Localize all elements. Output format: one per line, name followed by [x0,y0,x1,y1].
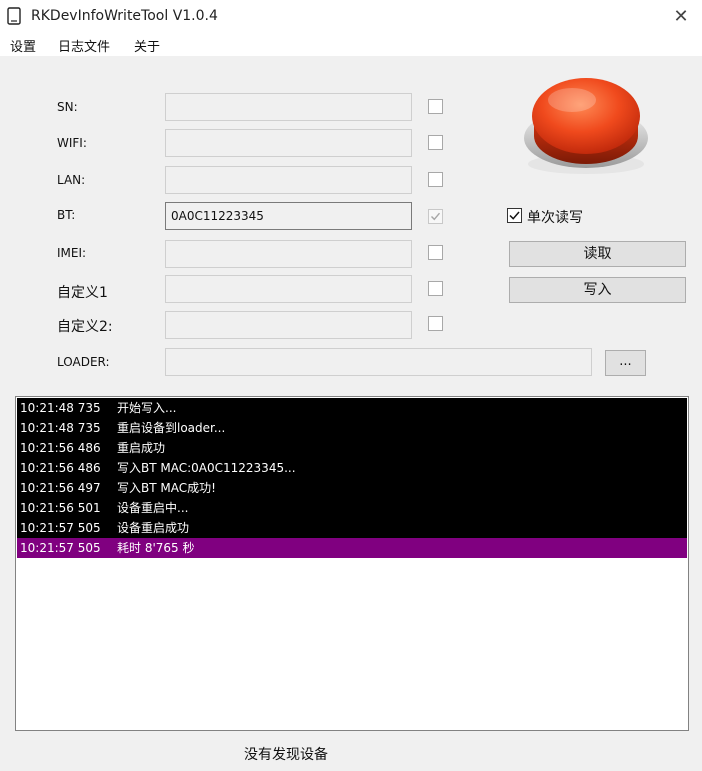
custom1-label: 自定义1 [57,285,108,301]
log-row[interactable]: 10:21:48 735 重启设备到loader... [17,418,687,438]
log-time: 10:21:48 735 [20,421,101,435]
log-row[interactable]: 10:21:56 486 重启成功 [17,438,687,458]
wifi-label: WIFI: [57,136,87,150]
title-bar: RKDevInfoWriteTool V1.0.4 ✕ [0,0,702,33]
wifi-input[interactable] [165,129,412,157]
phone-icon [7,7,21,25]
log-row[interactable]: 10:21:57 505 耗时 8'765 秒 [17,538,687,558]
menu-bar: 设置 日志文件 关于 [0,33,702,56]
custom2-input[interactable] [165,311,412,339]
log-message: 设备重启成功 [117,521,190,535]
log-time: 10:21:56 501 [20,501,101,515]
custom2-label: 自定义2: [57,319,113,335]
log-row[interactable]: 10:21:56 497 写入BT MAC成功! [17,478,687,498]
log-row[interactable]: 10:21:57 505 设备重启成功 [17,518,687,538]
log-message: 耗时 8'765 秒 [117,541,195,555]
custom2-checkbox[interactable] [428,316,443,331]
imei-checkbox[interactable] [428,245,443,260]
menu-settings[interactable]: 设置 [10,36,36,55]
single-rw-label: 单次读写 [527,210,583,226]
log-time: 10:21:56 497 [20,481,101,495]
loader-input[interactable] [165,348,592,376]
bt-label: BT: [57,208,76,222]
log-time: 10:21:48 735 [20,401,101,415]
log-message: 写入BT MAC:0A0C11223345... [117,461,296,475]
red-action-button-icon[interactable] [522,72,650,176]
single-rw-checkbox[interactable] [507,208,522,223]
custom1-checkbox[interactable] [428,281,443,296]
imei-label: IMEI: [57,246,87,260]
log-row[interactable]: 10:21:48 735 开始写入... [17,398,687,418]
loader-label: LOADER: [57,355,110,369]
close-button[interactable]: ✕ [666,6,696,28]
log-time: 10:21:56 486 [20,441,101,455]
lan-checkbox[interactable] [428,172,443,187]
sn-input[interactable] [165,93,412,121]
bt-input[interactable]: 0A0C11223345 [165,202,412,230]
lan-input[interactable] [165,166,412,194]
check-icon [431,212,441,221]
status-text: 没有发现设备 [244,747,328,763]
lan-label: LAN: [57,173,86,187]
log-time: 10:21:57 505 [20,541,101,555]
log-message: 写入BT MAC成功! [117,481,216,495]
wifi-checkbox[interactable] [428,135,443,150]
check-icon [509,211,520,220]
menu-about[interactable]: 关于 [134,36,160,55]
log-row[interactable]: 10:21:56 501 设备重启中... [17,498,687,518]
window-title: RKDevInfoWriteTool V1.0.4 [31,8,218,24]
log-panel[interactable]: 10:21:48 735 开始写入... 10:21:48 735 重启设备到load… [15,396,689,731]
log-message: 重启成功 [117,441,166,455]
log-message: 重启设备到loader... [117,421,226,435]
log-time: 10:21:57 505 [20,521,101,535]
menu-log-file[interactable]: 日志文件 [58,36,110,55]
imei-input[interactable] [165,240,412,268]
sn-checkbox[interactable] [428,99,443,114]
sn-label: SN: [57,100,78,114]
log-message: 开始写入... [117,401,177,415]
custom1-input[interactable] [165,275,412,303]
browse-loader-button[interactable]: ... [605,350,646,376]
log-row[interactable]: 10:21:56 486 写入BT MAC:0A0C11223345... [17,458,687,478]
log-message: 设备重启中... [117,501,189,515]
log-time: 10:21:56 486 [20,461,101,475]
write-button[interactable]: 写入 [509,277,686,303]
read-button[interactable]: 读取 [509,241,686,267]
bt-checkbox[interactable] [428,209,443,224]
